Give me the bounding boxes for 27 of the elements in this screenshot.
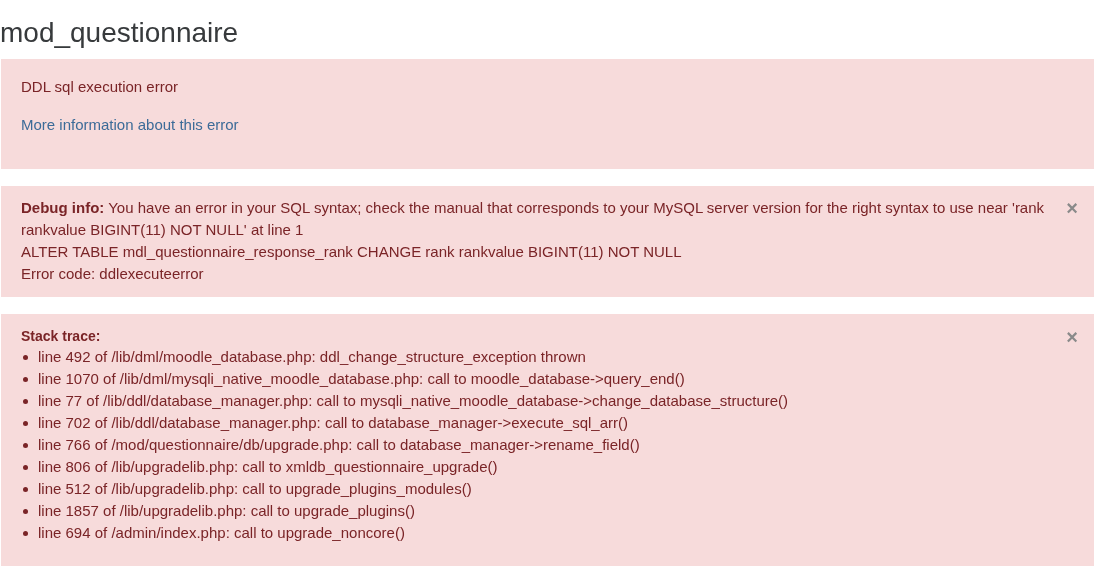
stack-trace-line: line 806 of /lib/upgradelib.php: call to xmldb_questionnaire_upgrade() [38,457,498,477]
debug-text: Error code: ddlexecuteerror [21,264,205,284]
bullet-icon [23,354,28,360]
close-button[interactable]: × [1064,326,1080,348]
stack-trace-line: line 77 of /lib/ddl/database_manager.php: call to mysqli_native_moodle_database->change_database_structure() [38,391,789,411]
bullet-icon [23,420,28,426]
bullet-icon [23,442,28,448]
stack-trace-line: line 702 of /lib/ddl/database_manager.php: call to database_manager->execute_sql_arr() [38,413,628,433]
bullet-icon [23,530,28,536]
bullet-icon [23,376,28,382]
stack-trace-line: line 694 of /admin/index.php: call to upgrade_noncore() [38,523,405,543]
stack-trace-line: line 1070 of /lib/dml/mysqli_native_moodle_database.php: call to moodle_database->query_end() [38,369,685,389]
debug-text: ALTER TABLE mdl_questionnaire_response_rank CHANGE rank rankvalue BIGINT(11) NOT NULL [21,242,683,262]
stack-trace-heading: Stack trace: [21,327,101,346]
debug-text: Debug info: You have an error in your SQL syntax; check the manual that corresponds to your MySQL server version for the right syntax to use near 'rank rankvalue BIGINT(11) NOT NULL' at line 1 [21,198,1046,240]
stack-trace-line: line 492 of /lib/dml/moodle_database.php: ddl_change_structure_exception thrown [38,347,586,367]
bullet-icon [23,508,28,514]
stack-trace-line: line 766 of /mod/questionnaire/db/upgrade.php: call to database_manager->rename_field() [38,435,640,455]
error-message: DDL sql execution error [21,77,178,97]
bullet-icon [23,464,28,470]
page-title: mod_questionnaire [0,16,239,50]
stack-trace-line: line 1857 of /lib/upgradelib.php: call to upgrade_plugins() [38,501,415,521]
stack-trace-line: line 512 of /lib/upgradelib.php: call to upgrade_plugins_modules() [38,479,472,499]
close-button[interactable]: × [1064,197,1080,219]
bullet-icon [23,398,28,404]
more-info-link[interactable]: More information about this error [21,114,239,136]
bullet-icon [23,486,28,492]
